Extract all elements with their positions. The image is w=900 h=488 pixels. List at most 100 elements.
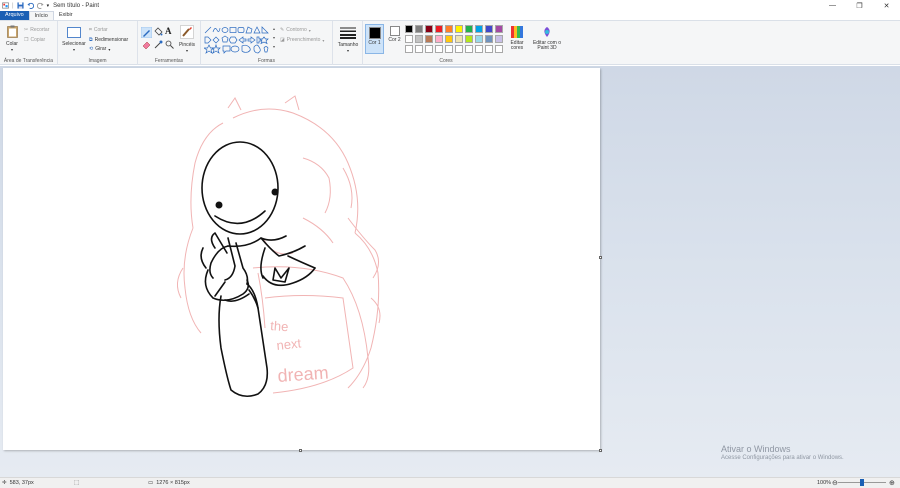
palette-swatch[interactable] — [405, 35, 413, 43]
palette-swatch[interactable] — [435, 25, 443, 33]
palette-swatch[interactable] — [445, 35, 453, 43]
paste-button[interactable]: Colar ▾ — [3, 25, 21, 52]
fill-bucket-icon[interactable] — [154, 27, 163, 36]
palette-swatch[interactable] — [435, 45, 443, 53]
watermark-subtitle: Acesse Configurações para ativar o Windo… — [721, 455, 844, 461]
resize-button[interactable]: ⧉ Redimensionar — [89, 37, 128, 43]
zoom-slider[interactable] — [838, 479, 886, 486]
size-button[interactable]: Tamanho ▾ — [335, 27, 361, 53]
sketch-word-3: dream — [277, 362, 329, 386]
select-dropdown-icon[interactable]: ▾ — [60, 47, 88, 52]
fill-label: Preenchimento — [286, 37, 321, 43]
palette-swatch[interactable] — [475, 45, 483, 53]
pencil-icon[interactable] — [141, 27, 152, 38]
palette-swatch[interactable] — [465, 25, 473, 33]
brushes-dropdown-icon[interactable]: ▾ — [176, 48, 198, 53]
palette-swatch[interactable] — [495, 45, 503, 53]
tab-home[interactable]: Início — [28, 11, 54, 20]
drawing: the next dream — [177, 95, 381, 398]
shapes-more-icon[interactable]: ▾ — [273, 44, 275, 49]
color-picker-icon[interactable] — [154, 40, 163, 49]
drawing-canvas[interactable]: the next dream — [3, 68, 602, 452]
paste-dropdown-icon[interactable]: ▾ — [3, 47, 21, 52]
zoom-in-button[interactable]: ⊕ — [889, 479, 895, 487]
palette-swatch[interactable] — [425, 35, 433, 43]
color1-label: Cor 1 — [368, 40, 381, 46]
close-button[interactable]: ✕ — [873, 0, 900, 11]
tab-file[interactable]: Arquivo — [0, 11, 29, 20]
color2-button[interactable]: Cor 2 — [386, 26, 403, 43]
restore-button[interactable]: ❐ — [846, 0, 873, 11]
undo-icon[interactable] — [27, 2, 34, 9]
palette-swatch[interactable] — [445, 45, 453, 53]
clipboard-group: Colar ▾ ✂ Recortar ❐ Copiar Área de Transf… — [0, 21, 58, 65]
palette-swatch[interactable] — [415, 35, 423, 43]
select-button[interactable]: Selecionar ▾ — [60, 27, 88, 52]
color-palette — [405, 25, 504, 54]
select-rect-icon — [67, 27, 81, 38]
color-wheel-icon — [511, 26, 523, 38]
redo-icon[interactable] — [36, 2, 44, 9]
rotate-dropdown-icon[interactable]: ▾ — [108, 47, 110, 52]
magnifier-icon[interactable] — [165, 40, 174, 49]
palette-swatch[interactable] — [475, 25, 483, 33]
crop-button[interactable]: ⌗ Cortar — [89, 27, 108, 33]
zoom-slider-thumb[interactable] — [860, 479, 864, 486]
paint3d-button[interactable]: Editar com o Paint 3D — [530, 26, 564, 51]
fill-dropdown-icon[interactable]: ▾ — [322, 38, 324, 43]
brushes-button[interactable]: Pincéis ▾ — [176, 25, 198, 53]
size-dropdown-icon[interactable]: ▾ — [335, 48, 361, 53]
resize-handle-corner[interactable] — [599, 449, 602, 452]
save-icon[interactable] — [17, 2, 24, 9]
customize-quick-access-icon[interactable]: ▾ — [47, 3, 50, 9]
outline-dropdown-icon[interactable]: ▾ — [309, 28, 311, 33]
resize-handle-bottom[interactable] — [299, 449, 302, 452]
palette-swatch[interactable] — [425, 25, 433, 33]
palette-swatch[interactable] — [495, 35, 503, 43]
separator: | — [12, 2, 14, 9]
shapes-scroll-up-icon[interactable]: ▴ — [273, 26, 275, 31]
copy-button[interactable]: ❐ Copiar — [24, 37, 45, 43]
palette-swatch[interactable] — [455, 35, 463, 43]
palette-swatch[interactable] — [435, 35, 443, 43]
rotate-button[interactable]: ⟲ Girar ▾ — [89, 46, 110, 52]
shapes-group: ▴ ▾ ▾ ✎ Contorno ▾ ◪ Preenchimento ▾ Formas — [201, 21, 333, 65]
color2-swatch — [389, 26, 400, 36]
size-group: Tamanho ▾ — [333, 21, 363, 65]
tab-view[interactable]: Exibir — [54, 11, 78, 20]
palette-swatch[interactable] — [425, 45, 433, 53]
minimize-button[interactable]: — — [819, 0, 846, 11]
palette-swatch[interactable] — [415, 45, 423, 53]
brush-icon — [180, 25, 194, 39]
palette-swatch[interactable] — [455, 25, 463, 33]
palette-swatch[interactable] — [475, 35, 483, 43]
palette-swatch[interactable] — [465, 35, 473, 43]
palette-swatch[interactable] — [485, 25, 493, 33]
outline-button[interactable]: ✎ Contorno ▾ — [280, 27, 311, 33]
palette-swatch[interactable] — [405, 25, 413, 33]
rotate-icon: ⟲ — [89, 46, 94, 52]
palette-swatch[interactable] — [485, 35, 493, 43]
zoom-out-button[interactable]: ⊖ — [832, 479, 838, 487]
palette-swatch[interactable] — [495, 25, 503, 33]
palette-swatch[interactable] — [405, 45, 413, 53]
color1-button[interactable]: Cor 1 — [365, 24, 384, 54]
image-size-icon: ▭ — [148, 480, 154, 486]
sketch-word-2: next — [276, 335, 302, 353]
fill-button[interactable]: ◪ Preenchimento ▾ — [280, 37, 324, 43]
palette-swatch[interactable] — [485, 45, 493, 53]
resize-handle-right[interactable] — [599, 256, 602, 259]
palette-swatch[interactable] — [415, 25, 423, 33]
clipboard-group-label: Área de Transferência — [3, 58, 54, 64]
cut-button[interactable]: ✂ Recortar — [24, 27, 49, 33]
palette-swatch[interactable] — [455, 45, 463, 53]
palette-swatch[interactable] — [445, 25, 453, 33]
text-tool-icon[interactable]: A — [165, 26, 172, 36]
copy-icon: ❐ — [24, 37, 29, 43]
shapes-gallery[interactable] — [204, 26, 272, 54]
shapes-scroll-down-icon[interactable]: ▾ — [273, 35, 275, 40]
eraser-icon[interactable] — [142, 40, 151, 49]
edit-colors-button[interactable]: Editar cores — [507, 26, 527, 51]
palette-swatch[interactable] — [465, 45, 473, 53]
tools-group-label: Ferramentas — [154, 58, 184, 64]
